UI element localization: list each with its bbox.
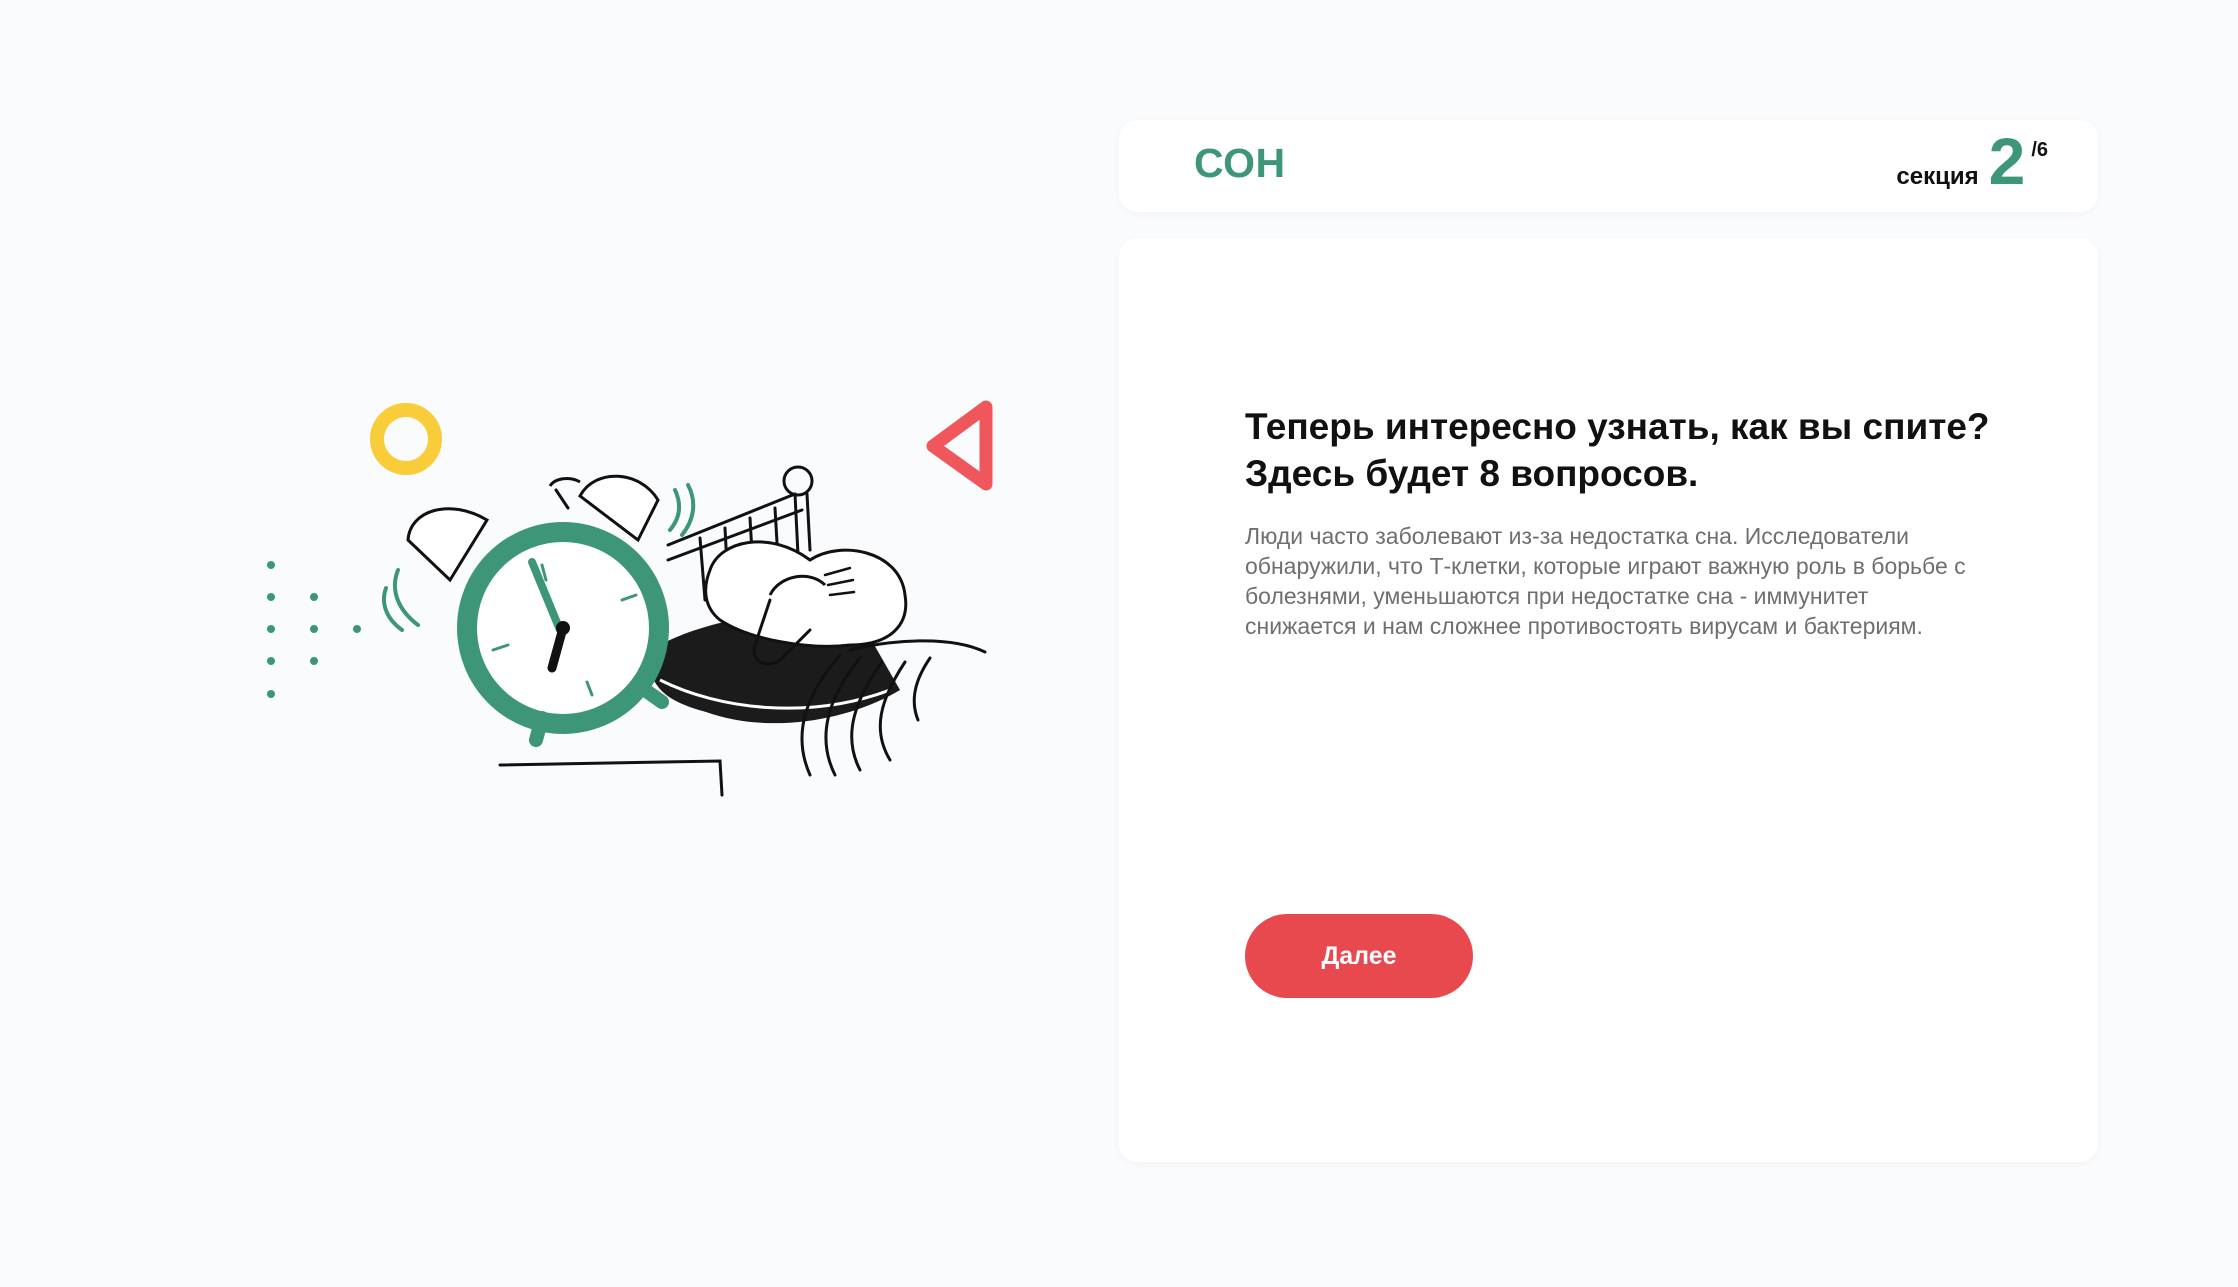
content-card: Теперь интересно узнать, как вы спите? З… (1119, 238, 2098, 1162)
sleep-illustration (250, 390, 1010, 810)
section-label: секция (1896, 163, 1979, 190)
yellow-ring-decoration (370, 403, 442, 475)
section-title: СОН (1194, 140, 1286, 186)
red-triangle-decoration (926, 400, 993, 491)
dots-decoration (267, 561, 361, 698)
page-headline: Теперь интересно узнать, как вы спите? З… (1245, 406, 1990, 494)
page: СОН секция 2 /6 Теперь интересно узнать,… (0, 0, 2238, 1287)
section-header: СОН секция 2 /6 (1119, 120, 2098, 212)
section-counter: секция 2 /6 (1896, 128, 2048, 194)
section-current-number: 2 (1988, 124, 2026, 198)
next-button[interactable]: Далее (1245, 914, 1473, 998)
description-text: Люди часто заболевают из-за недостатка с… (1245, 523, 1966, 639)
section-total-number: /6 (2031, 139, 2048, 161)
